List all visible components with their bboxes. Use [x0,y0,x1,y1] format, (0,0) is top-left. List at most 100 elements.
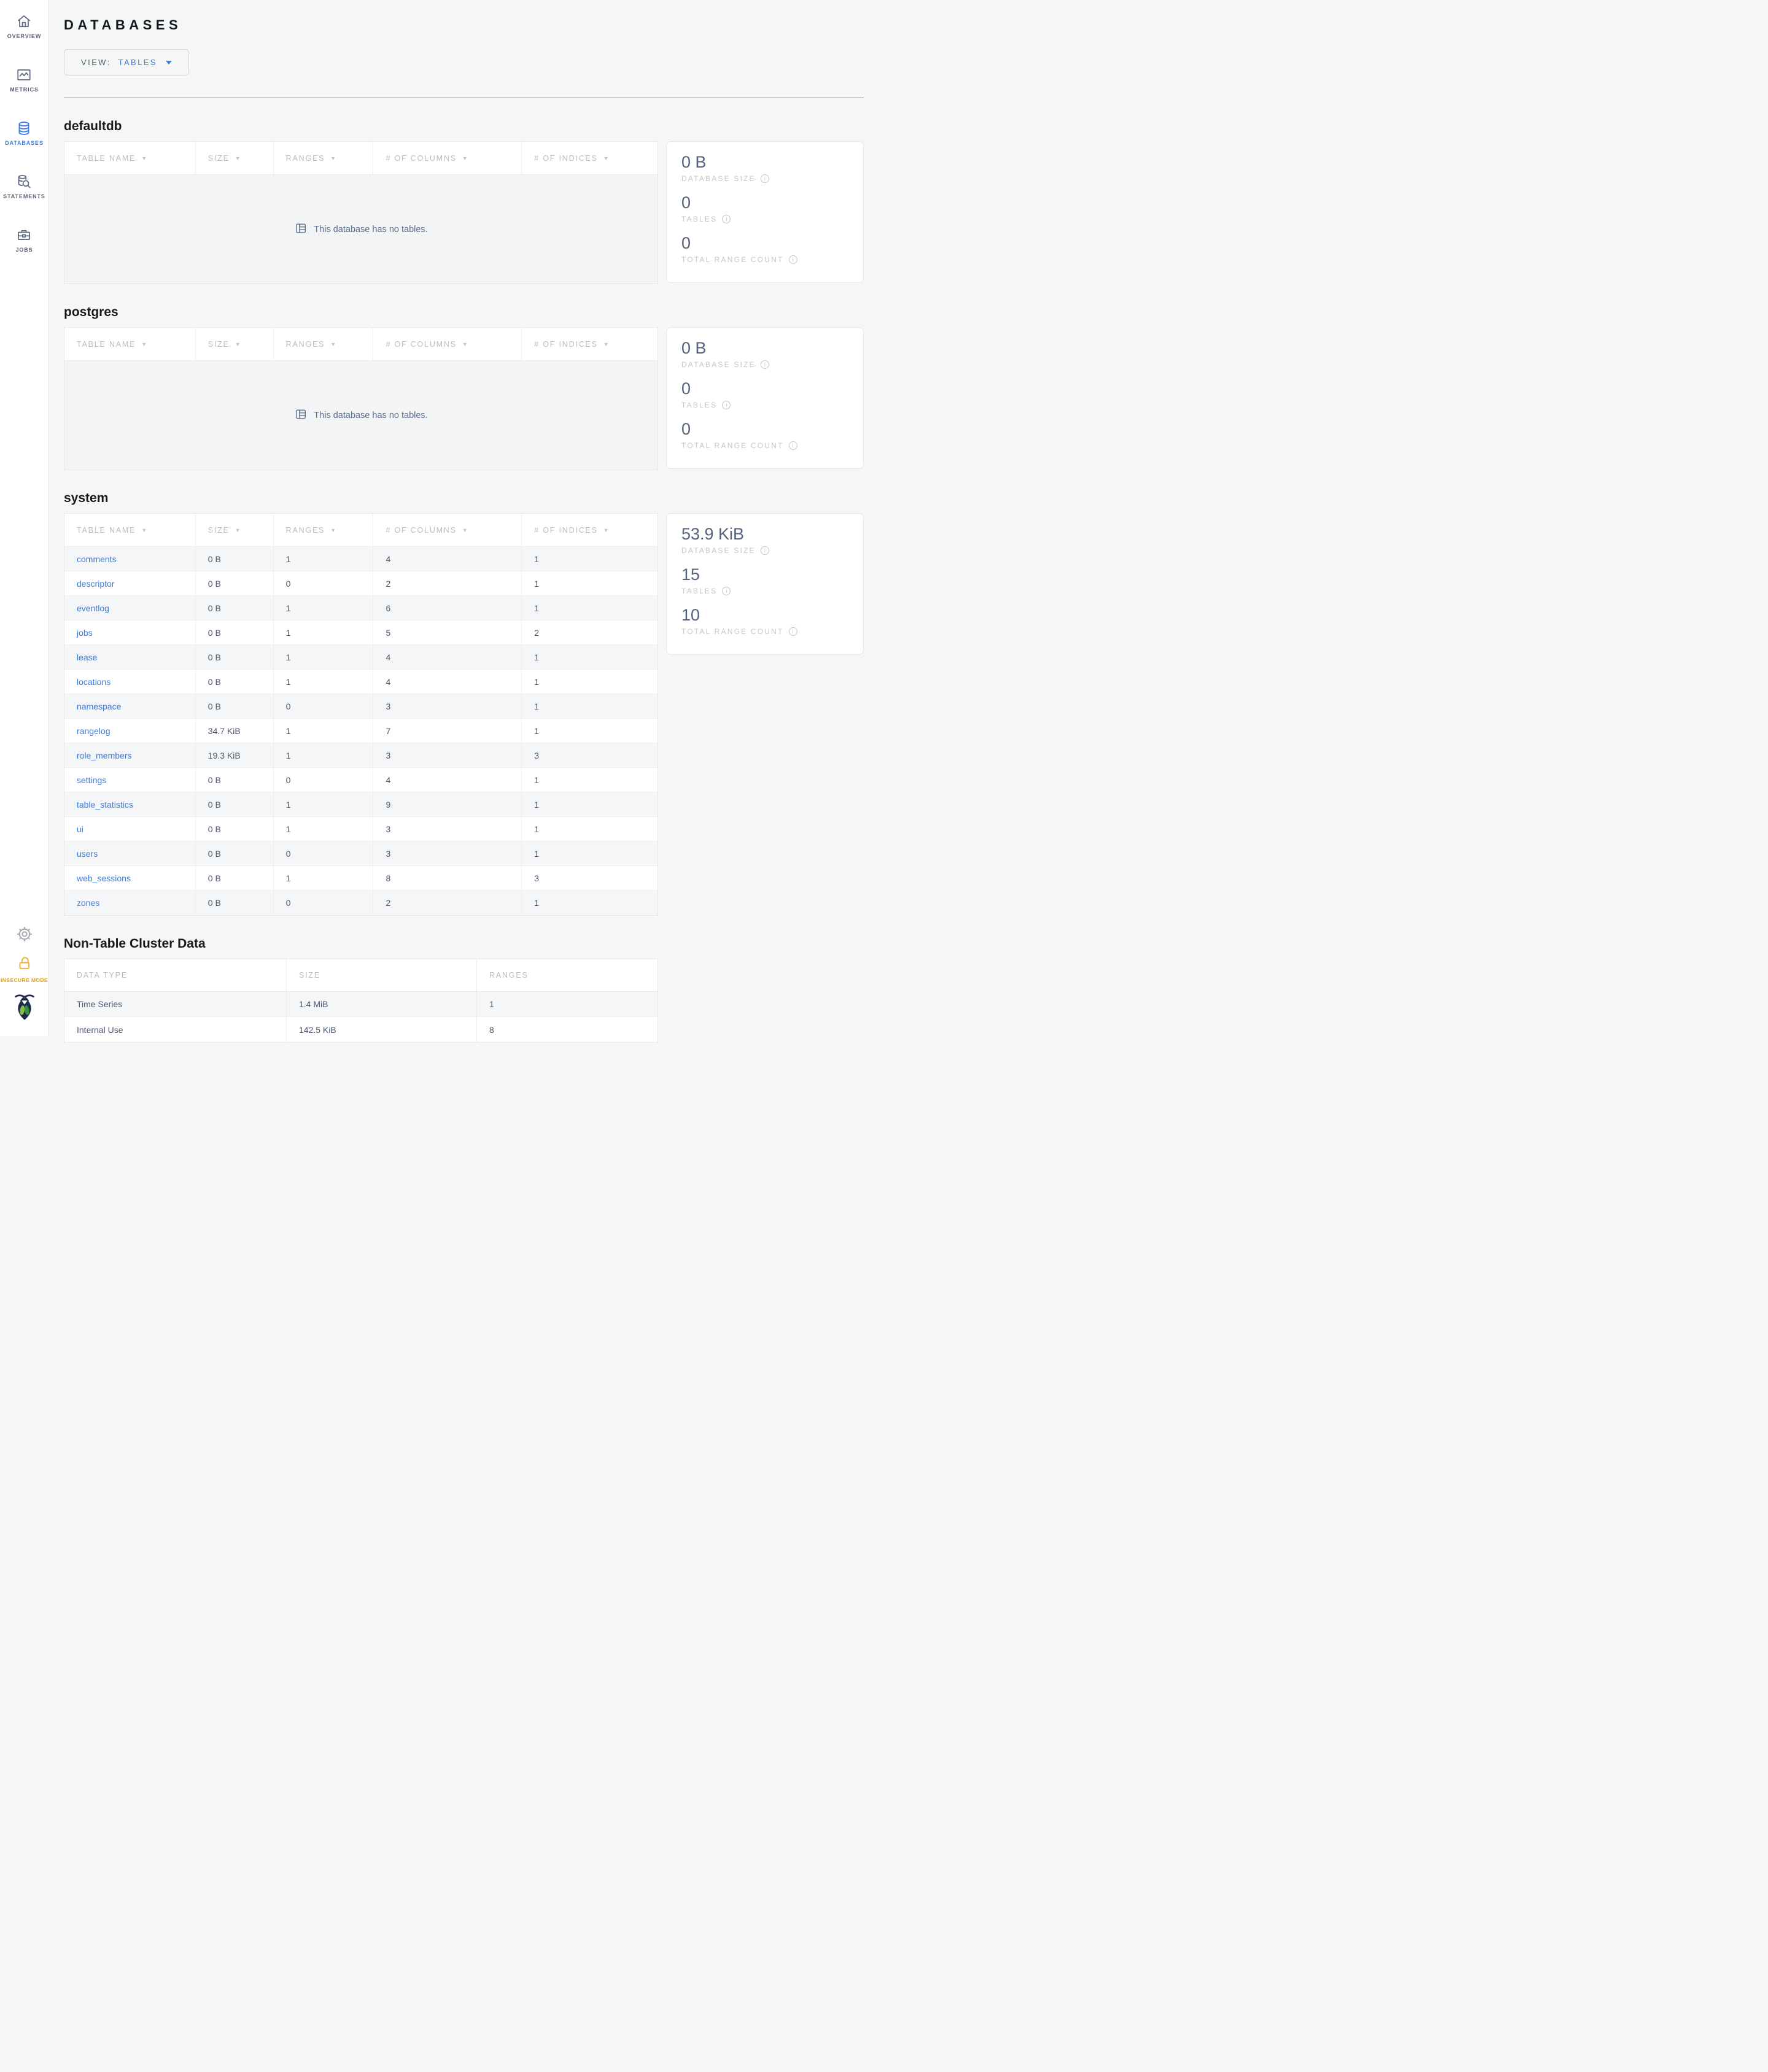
tables-table: TABLE NAME ▼ SIZE ▼ RANGES ▼ # OF COLUMNS ▼ # OF… [64,327,658,470]
table-name-link[interactable]: web_sessions [77,873,131,883]
sidebar-item-metrics[interactable]: METRICS [10,67,39,93]
table-cell: 4 [373,768,522,792]
table-cell: 5 [373,620,522,644]
database-stats-card: 0 B DATABASE SIZE i 0 TABLES i 0 TOTAL RANGE CO… [666,327,864,469]
table-cell: 1 [534,799,540,810]
table-row: users 0 B03 1 [64,841,657,866]
info-icon[interactable]: i [760,174,769,184]
table-name-cell: users [64,841,196,865]
stat-value-tables: 0 [681,193,691,212]
column-header[interactable]: RANGES ▼ [274,328,374,360]
column-header[interactable]: TABLE NAME ▼ [64,142,196,174]
column-header[interactable]: # OF INDICES ▼ [522,328,657,360]
table-cell: 4 [373,670,522,694]
table-name-cell: settings [64,768,196,792]
insecure-mode-link[interactable]: INSECURE MODE [1,955,48,983]
column-header[interactable]: # OF INDICES ▼ [522,514,657,546]
column-header-label: RANGES [285,339,325,349]
table-name-link[interactable]: locations [77,677,110,687]
settings-gear-icon[interactable] [16,926,33,946]
sidebar-bottom: INSECURE MODE [1,926,48,1036]
column-header[interactable]: # OF COLUMNS ▼ [373,514,522,546]
info-icon[interactable]: i [722,587,731,596]
table-cell: 1 [274,792,374,816]
sort-arrow-icon: ▼ [141,155,148,161]
column-header[interactable]: RANGES ▼ [274,514,374,546]
sidebar-item-statements[interactable]: STATEMENTS [3,174,45,199]
sidebar-item-label: METRICS [10,87,39,93]
empty-state-message: This database has no tables. [314,410,428,420]
sort-arrow-icon: ▼ [603,341,610,347]
table-cell: 0 [274,694,374,718]
table-name-link[interactable]: table_statistics [77,800,133,810]
table-name-link[interactable]: eventlog [77,603,109,613]
cockroachdb-logo[interactable] [12,992,37,1024]
info-icon[interactable]: i [722,215,731,224]
info-icon[interactable]: i [760,546,769,555]
info-icon[interactable]: i [788,255,797,265]
table-cell: 6 [373,596,522,620]
sidebar-item-databases[interactable]: DATABASES [5,120,44,146]
database-stats-card: 53.9 KiB DATABASE SIZE i 15 TABLES i 10 TOTAL R… [666,513,864,655]
column-header[interactable]: RANGES ▼ [274,142,374,174]
table-cell: 0 B [196,817,274,841]
table-cell: 0 B [196,841,274,865]
stat-value-tables: 15 [681,565,700,584]
table-cell: 0 B [196,792,274,816]
table-name-link[interactable]: descriptor [77,579,114,589]
table-name-link[interactable]: lease [77,652,97,662]
table-name-link[interactable]: comments [77,554,117,564]
table-name-link[interactable]: jobs [77,628,93,638]
column-header[interactable]: SIZE ▼ [196,328,274,360]
table-cell: 0 B [196,866,274,890]
view-dropdown[interactable]: VIEW: TABLES [64,49,189,75]
view-label: VIEW: [81,58,111,67]
table-body: This database has no tables. [64,361,657,470]
column-header-label: # OF COLUMNS [386,525,457,535]
column-header[interactable]: TABLE NAME ▼ [64,328,196,360]
column-header-label: TABLE NAME [77,153,136,163]
column-header[interactable]: # OF INDICES ▼ [522,142,657,174]
table-name-link[interactable]: settings [77,775,106,785]
column-header-label: # OF COLUMNS [386,339,457,349]
column-header[interactable]: TABLE NAME ▼ [64,514,196,546]
table-row: eventlog 0 B161 [64,596,657,620]
table-name-link[interactable]: role_members [77,751,131,760]
table-grid-icon [294,222,308,238]
table-name-link[interactable]: ui [77,824,83,834]
stat-value-ranges: 0 [681,234,691,253]
sidebar-item-jobs[interactable]: JOBS [15,227,33,253]
databases-icon [16,120,32,136]
table-cell: 0 B [196,596,274,620]
info-icon[interactable]: i [788,441,797,450]
table-cell: 1.4 MiB [287,992,477,1016]
table-name-link[interactable]: rangelog [77,726,110,736]
table-name-link[interactable]: users [77,849,98,859]
table-cell: 1 [274,645,374,669]
stat-label-ranges: TOTAL RANGE COUNT i [681,627,848,636]
info-icon[interactable]: i [788,627,797,636]
database-section: system TABLE NAME ▼ SIZE ▼ RANGES ▼ # OF COLUM… [64,491,864,916]
column-header[interactable]: # OF COLUMNS ▼ [373,142,522,174]
table-cell: 1 [534,848,540,859]
sidebar-item-overview[interactable]: OVERVIEW [7,14,42,39]
view-value: TABLES [118,58,157,67]
table-cell: 1 [534,775,540,785]
sidebar: OVERVIEW METRICS DATABASES STATEMENTS JO… [0,0,49,1036]
statements-icon [16,174,32,190]
table-cell: 8 [373,866,522,890]
column-header-label: SIZE [207,153,230,163]
table-name-link[interactable]: zones [77,898,99,908]
stat-value-tables: 0 [681,379,691,398]
column-header[interactable]: SIZE ▼ [196,514,274,546]
table-name-link[interactable]: namespace [77,702,121,711]
info-icon[interactable]: i [760,360,769,369]
sort-arrow-icon: ▼ [603,155,610,161]
stat-label-text: TABLES [681,401,718,410]
column-header[interactable]: SIZE ▼ [196,142,274,174]
table-row: comments 0 B141 [64,547,657,571]
column-header[interactable]: # OF COLUMNS ▼ [373,328,522,360]
stat-value-size: 53.9 KiB [681,525,745,543]
info-icon[interactable]: i [722,401,731,410]
table-row: settings 0 B04 1 [64,768,657,792]
